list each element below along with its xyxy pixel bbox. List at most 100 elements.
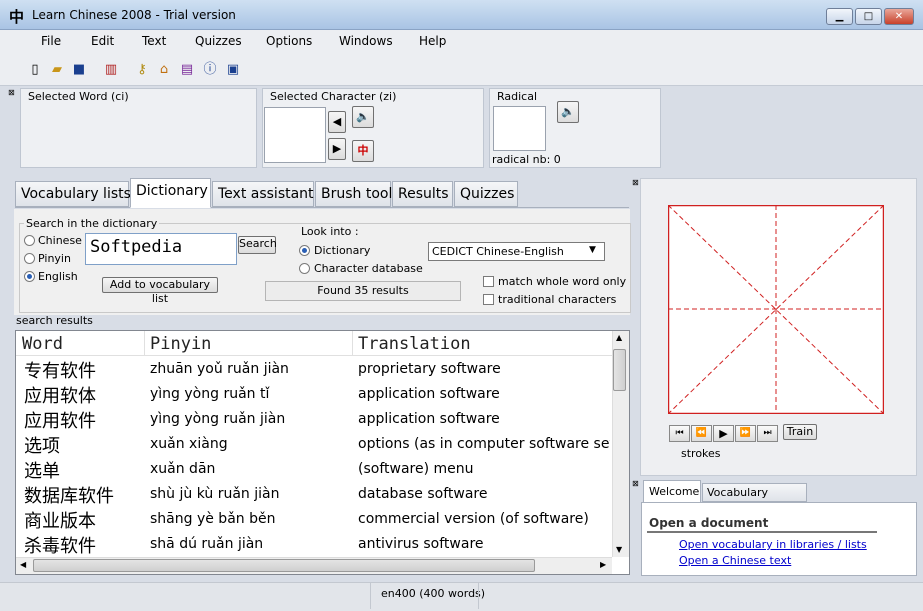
table-row[interactable]: 选单 xuǎn dān (software) menu <box>16 457 611 482</box>
next-character-button[interactable]: ▶ <box>328 138 346 160</box>
close-button[interactable]: ✕ <box>884 8 914 25</box>
column-header-pinyin[interactable]: Pinyin <box>150 334 211 354</box>
cell-pinyin: yìng yòng ruǎn tǐ <box>150 386 270 402</box>
radical-speaker-icon[interactable]: 🔈 <box>557 101 579 123</box>
match-whole-word-checkbox[interactable] <box>483 276 494 287</box>
cell-translation: proprietary software <box>358 361 501 377</box>
maximize-button[interactable]: □ <box>855 8 882 25</box>
last-stroke-icon[interactable]: ⏭ <box>757 425 778 442</box>
speaker-icon[interactable]: 🔈 <box>352 106 374 128</box>
window-title: Learn Chinese 2008 - Trial version <box>32 8 236 22</box>
first-stroke-icon[interactable]: ⏮ <box>669 425 690 442</box>
library-icon[interactable]: ▥ <box>102 62 120 78</box>
column-divider <box>144 331 145 355</box>
cell-translation: antivirus software <box>358 536 484 552</box>
cell-pinyin: shāng yè bǎn běn <box>150 511 276 527</box>
cell-word: 选单 <box>24 461 60 482</box>
vertical-scroll-thumb[interactable] <box>613 349 626 391</box>
menu-file[interactable]: File <box>41 34 61 48</box>
scroll-down-icon[interactable]: ▼ <box>616 545 622 554</box>
minimize-button[interactable]: ▁ <box>826 8 853 25</box>
radical-display <box>493 106 546 151</box>
radio-character-database[interactable] <box>299 263 310 274</box>
pin-icon[interactable]: ⊠ <box>8 88 15 97</box>
status-divider <box>478 583 479 609</box>
app-icon: 中 <box>9 8 25 26</box>
search-group-label: Search in the dictionary <box>24 217 160 230</box>
info-icon[interactable]: ⓘ <box>201 62 219 78</box>
menu-help[interactable]: Help <box>419 34 446 48</box>
open-vocabulary-link[interactable]: Open vocabulary in libraries / lists <box>679 538 867 551</box>
open-chinese-text-link[interactable]: Open a Chinese text <box>679 554 791 567</box>
column-divider <box>352 331 353 355</box>
open-folder-icon[interactable]: ▰ <box>48 62 66 78</box>
search-input[interactable]: Softpedia <box>85 233 237 265</box>
table-row[interactable]: 数据库软件 shù jù kù ruǎn jiàn database softw… <box>16 482 611 507</box>
table-row[interactable]: 应用软体 yìng yòng ruǎn tǐ application softw… <box>16 382 611 407</box>
prev-stroke-icon[interactable]: ⏪ <box>691 425 712 442</box>
menu-bar <box>0 30 923 54</box>
monitor-icon[interactable]: ▣ <box>224 62 242 78</box>
dictionary-select[interactable]: CEDICT Chinese-English <box>428 242 605 261</box>
radio-english[interactable] <box>24 271 35 282</box>
character-display <box>264 107 326 163</box>
character-detail-button[interactable]: 中 <box>352 140 374 162</box>
tab-welcome[interactable]: Welcome <box>643 480 701 502</box>
menu-edit[interactable]: Edit <box>91 34 114 48</box>
tab-vocabulary-manager[interactable]: Vocabulary manager <box>702 483 807 512</box>
tab-vocabulary-lists[interactable]: Vocabulary lists <box>15 181 131 207</box>
train-button[interactable]: Train <box>783 424 817 440</box>
pin-icon[interactable]: ⊠ <box>632 178 639 187</box>
radio-dictionary[interactable] <box>299 245 310 256</box>
horizontal-scroll-thumb[interactable] <box>33 559 535 572</box>
tab-text-assistant[interactable]: Text assistant <box>212 181 314 207</box>
cell-translation: options (as in computer software settin <box>358 436 610 452</box>
header-divider <box>16 355 612 356</box>
menu-text[interactable]: Text <box>142 34 166 48</box>
cell-pinyin: yìng yòng ruǎn jiàn <box>150 411 286 427</box>
tab-results[interactable]: Results <box>392 181 453 207</box>
radio-chinese[interactable] <box>24 235 35 246</box>
prev-character-button[interactable]: ◀ <box>328 111 346 133</box>
table-row[interactable]: 专有软件 zhuān yoǔ ruǎn jiàn proprietary sof… <box>16 357 611 382</box>
home-icon[interactable]: ⌂ <box>155 62 173 78</box>
table-row[interactable]: 杀毒软件 shā dú ruǎn jiàn antivirus software <box>16 532 611 557</box>
new-file-icon[interactable]: ▯ <box>26 62 44 78</box>
pin-icon[interactable]: ⊠ <box>632 479 639 488</box>
table-row[interactable]: 商业版本 shāng yè bǎn běn commercial version… <box>16 507 611 532</box>
play-icon[interactable]: ▶ <box>713 425 734 442</box>
character-grid <box>668 205 884 414</box>
next-stroke-icon[interactable]: ⏩ <box>735 425 756 442</box>
tab-brush-tool[interactable]: Brush tool <box>315 181 392 207</box>
chevron-down-icon[interactable]: ▼ <box>589 245 596 255</box>
traditional-characters-checkbox[interactable] <box>483 294 494 305</box>
save-icon[interactable]: ■ <box>70 62 88 78</box>
column-header-word[interactable]: Word <box>22 334 63 354</box>
cell-pinyin: shù jù kù ruǎn jiàn <box>150 486 280 502</box>
cell-word: 应用软件 <box>24 411 96 432</box>
menu-options[interactable]: Options <box>266 34 312 48</box>
scroll-up-icon[interactable]: ▲ <box>616 333 622 342</box>
menu-quizzes[interactable]: Quizzes <box>195 34 242 48</box>
menu-windows[interactable]: Windows <box>339 34 393 48</box>
tab-dictionary[interactable]: Dictionary <box>130 178 211 208</box>
radio-character-database-label: Character database <box>314 262 423 275</box>
cell-word: 专有软件 <box>24 361 96 382</box>
radical-number: radical nb: 0 <box>492 153 561 166</box>
table-row[interactable]: 应用软件 yìng yòng ruǎn jiàn application sof… <box>16 407 611 432</box>
book-icon[interactable]: ▤ <box>178 62 196 78</box>
heading-underline <box>647 531 877 533</box>
status-divider <box>370 583 371 609</box>
tab-quizzes[interactable]: Quizzes <box>454 181 518 207</box>
radio-chinese-label: Chinese <box>38 234 82 247</box>
table-row[interactable]: 选项 xuǎn xiàng options (as in computer so… <box>16 432 611 457</box>
radio-dictionary-label: Dictionary <box>314 244 371 257</box>
found-results-status: Found 35 results <box>265 281 461 301</box>
column-header-translation[interactable]: Translation <box>358 334 471 354</box>
add-to-vocabulary-button[interactable]: Add to vocabulary list <box>102 277 218 305</box>
key-icon[interactable]: ⚷ <box>133 62 151 78</box>
scroll-right-icon[interactable]: ▶ <box>600 560 606 569</box>
scroll-left-icon[interactable]: ◀ <box>20 560 26 569</box>
radio-pinyin[interactable] <box>24 253 35 264</box>
search-button[interactable]: Search <box>238 236 277 254</box>
